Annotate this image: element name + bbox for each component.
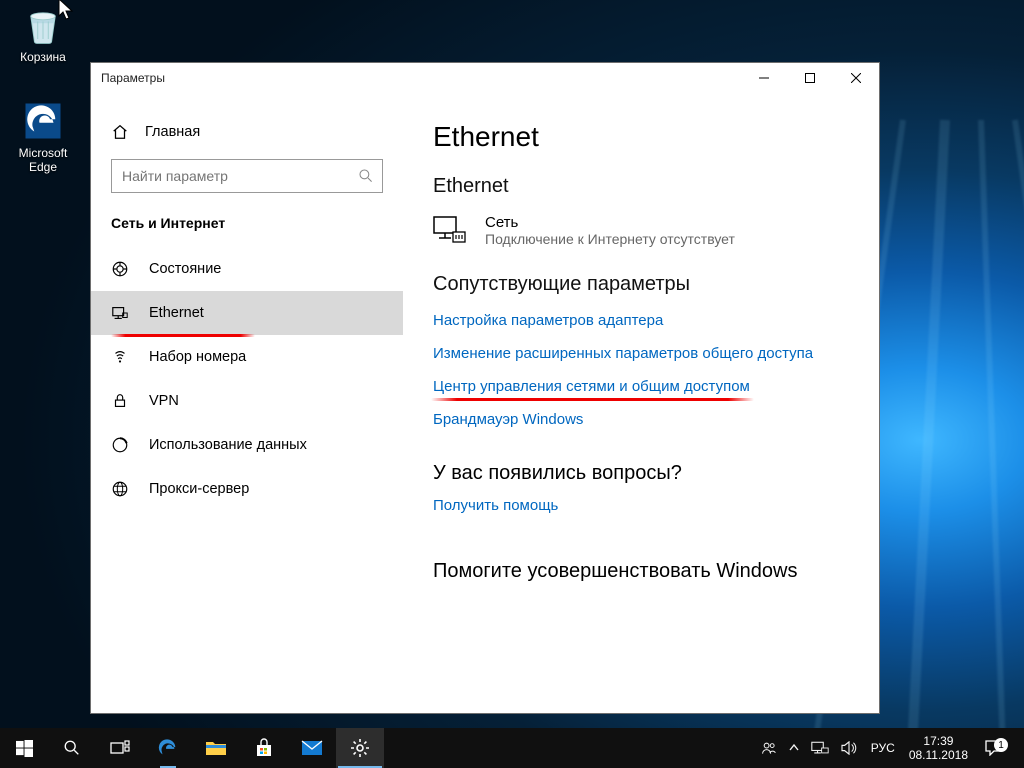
search-input-container[interactable]	[111, 159, 383, 193]
taskbar-clock[interactable]: 17:39 08.11.2018	[901, 734, 976, 762]
desktop-icon-edge[interactable]: Microsoft Edge	[6, 100, 80, 174]
taskbar-app-settings[interactable]	[336, 728, 384, 768]
feedback-heading: Помогите усовершенствовать Windows	[433, 560, 869, 583]
network-adapter-row[interactable]: Сеть Подключение к Интернету отсутствует	[433, 214, 869, 247]
settings-window: Параметры Главная	[90, 62, 880, 714]
taskbar-app-edge[interactable]	[144, 728, 192, 768]
network-icon	[811, 741, 829, 755]
sidebar-item-vpn[interactable]: VPN	[91, 379, 403, 423]
sidebar-item-ethernet[interactable]: Ethernet	[91, 291, 403, 335]
file-explorer-icon	[205, 739, 227, 757]
edge-icon	[157, 737, 179, 759]
link-text: Центр управления сетями и общим доступом	[433, 378, 750, 395]
taskbar-search[interactable]	[48, 728, 96, 768]
search-input[interactable]	[122, 168, 358, 184]
wallpaper-beam	[1012, 120, 1024, 755]
system-tray[interactable]	[753, 740, 865, 756]
volume-icon	[841, 741, 857, 755]
window-title: Параметры	[91, 71, 165, 85]
sidebar-home[interactable]: Главная	[91, 123, 403, 159]
vpn-icon	[111, 392, 129, 410]
link-get-help[interactable]: Получить помощь	[433, 497, 558, 514]
sidebar-item-datausage[interactable]: Использование данных	[91, 423, 403, 467]
window-close-button[interactable]	[833, 63, 879, 93]
page-heading: Ethernet	[433, 121, 869, 153]
sidebar-item-label: Ethernet	[149, 305, 204, 321]
sidebar-item-label: Использование данных	[149, 437, 307, 453]
desktop-icon-label: Корзина	[6, 50, 80, 64]
question-heading: У вас появились вопросы?	[433, 462, 869, 485]
link-advanced-sharing[interactable]: Изменение расширенных параметров общего …	[433, 345, 813, 362]
sidebar-item-label: Прокси-сервер	[149, 481, 249, 497]
mail-icon	[301, 740, 323, 756]
taskbar-app-store[interactable]	[240, 728, 288, 768]
window-minimize-button[interactable]	[741, 63, 787, 93]
language-indicator[interactable]: РУС	[865, 741, 901, 755]
link-adapter-settings[interactable]: Настройка параметров адаптера	[433, 312, 663, 329]
settings-content-panel: Ethernet Ethernet Сеть Подключение к Инт…	[403, 93, 879, 713]
wallpaper-beam	[978, 120, 1006, 760]
sidebar-item-dialup[interactable]: Набор номера	[91, 335, 403, 379]
data-usage-icon	[111, 436, 129, 454]
sidebar-item-label: Состояние	[149, 261, 221, 277]
notification-badge: 1	[994, 738, 1008, 752]
network-status: Подключение к Интернету отсутствует	[485, 231, 735, 247]
desktop-icon-label: Microsoft Edge	[6, 146, 80, 174]
taskbar-app-explorer[interactable]	[192, 728, 240, 768]
gear-icon	[350, 738, 370, 758]
sidebar-item-proxy[interactable]: Прокси-сервер	[91, 467, 403, 511]
monitor-network-icon	[433, 214, 467, 246]
sidebar-item-label: Набор номера	[149, 349, 246, 365]
clock-date: 08.11.2018	[909, 748, 968, 762]
chevron-up-icon	[789, 742, 799, 754]
windows-logo-icon	[16, 740, 33, 757]
ethernet-icon	[111, 304, 129, 322]
action-center-button[interactable]: 1	[976, 740, 1012, 756]
task-view-button[interactable]	[96, 728, 144, 768]
globe-icon	[111, 480, 129, 498]
clock-time: 17:39	[909, 734, 968, 748]
sidebar-home-label: Главная	[145, 124, 200, 140]
link-firewall[interactable]: Брандмауэр Windows	[433, 411, 583, 428]
search-icon	[358, 168, 374, 184]
home-icon	[111, 123, 129, 141]
recycle-bin-icon	[22, 4, 64, 46]
store-icon	[254, 738, 274, 758]
window-titlebar[interactable]: Параметры	[91, 63, 879, 93]
window-maximize-button[interactable]	[787, 63, 833, 93]
sidebar-item-status[interactable]: Состояние	[91, 247, 403, 291]
edge-icon	[22, 100, 64, 142]
status-icon	[111, 260, 129, 278]
settings-sidebar: Главная Сеть и Интернет Состояние	[91, 93, 403, 713]
desktop-icon-recycle-bin[interactable]: Корзина	[6, 4, 80, 64]
wallpaper-beam	[907, 120, 950, 760]
task-view-icon	[110, 740, 130, 756]
sidebar-item-label: VPN	[149, 393, 179, 409]
link-network-center[interactable]: Центр управления сетями и общим доступом	[433, 378, 750, 395]
annotation-underline	[431, 398, 754, 401]
sidebar-section-title: Сеть и Интернет	[91, 215, 403, 247]
section-subheading: Ethernet	[433, 175, 869, 198]
network-name: Сеть	[485, 214, 735, 231]
people-icon	[761, 740, 777, 756]
search-icon	[63, 739, 81, 757]
start-button[interactable]	[0, 728, 48, 768]
taskbar-app-mail[interactable]	[288, 728, 336, 768]
taskbar: РУС 17:39 08.11.2018 1	[0, 728, 1024, 768]
related-heading: Сопутствующие параметры	[433, 273, 869, 296]
dialup-icon	[111, 348, 129, 366]
